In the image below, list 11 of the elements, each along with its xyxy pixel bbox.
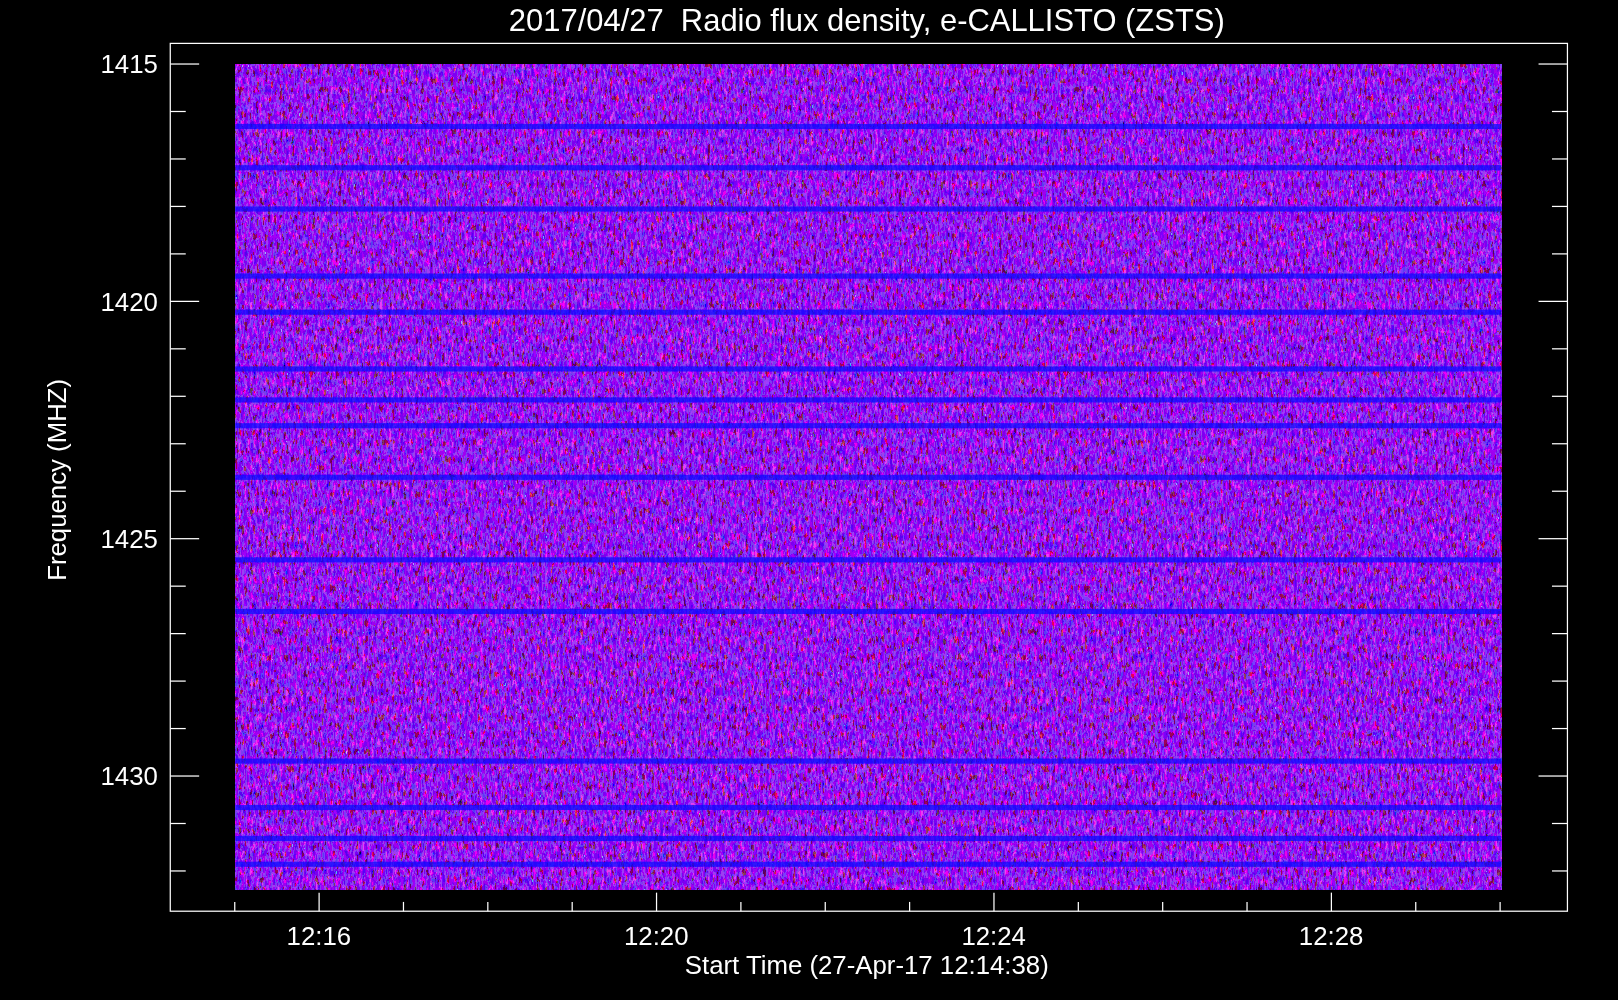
y-tick-label: 1425 (100, 525, 158, 553)
y-axis-label: Frequency (MHZ) (43, 378, 72, 581)
y-tick-label: 1415 (100, 50, 158, 79)
x-tick-label: 12:28 (1298, 922, 1364, 951)
x-tick-label: 12:20 (624, 922, 689, 951)
x-tick-label: 12:16 (286, 922, 352, 951)
x-tick-label: 12:24 (961, 922, 1026, 951)
chart-title: 2017/04/27 Radio flux density, e-CALLISTO (ZSTS) (508, 3, 1225, 38)
y-tick-label: 1420 (100, 287, 158, 316)
y-tick-label: 1430 (100, 762, 158, 791)
x-axis-label: Start Time (27-Apr-17 12:14:38) (684, 951, 1049, 980)
